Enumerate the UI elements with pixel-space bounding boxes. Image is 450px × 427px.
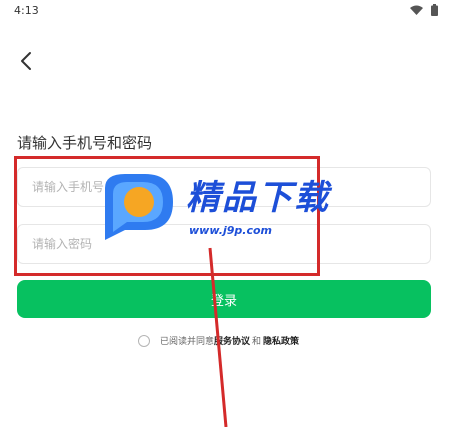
battery-icon	[431, 4, 438, 16]
agree-checkbox[interactable]	[138, 334, 150, 347]
password-input[interactable]	[18, 225, 430, 263]
agreement-connector: 和	[252, 337, 262, 347]
privacy-policy-link[interactable]: 隐私政策	[263, 334, 299, 347]
status-time: 4:13	[14, 4, 39, 17]
agreement-prefix: 已阅读并同意	[160, 337, 215, 347]
status-icons	[410, 4, 438, 16]
phone-field-box	[17, 167, 431, 207]
agreement-row: 已阅读并同意 服务协议 和 隐私政策	[138, 334, 299, 347]
service-agreement-link[interactable]: 服务协议	[214, 334, 250, 347]
login-button[interactable]: 登录	[17, 280, 431, 318]
phone-input[interactable]	[18, 168, 430, 206]
form-title: 请输入手机号和密码	[17, 134, 153, 152]
wifi-icon	[410, 5, 423, 15]
chevron-left-icon	[21, 52, 31, 70]
password-field-box	[17, 224, 431, 264]
status-bar: 4:13	[0, 0, 450, 22]
annotation-arrow	[208, 247, 228, 427]
back-button[interactable]	[14, 48, 40, 74]
